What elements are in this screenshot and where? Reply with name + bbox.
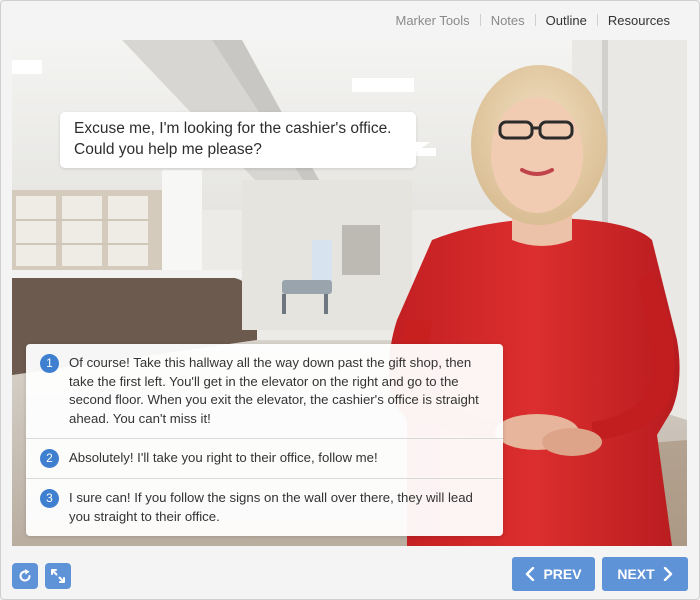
replay-button[interactable] bbox=[12, 563, 38, 589]
nav-resources[interactable]: Resources bbox=[598, 13, 680, 28]
speech-text: Excuse me, I'm looking for the cashier's… bbox=[74, 120, 392, 158]
next-button[interactable]: NEXT bbox=[602, 557, 688, 591]
option-text: Absolutely! I'll take you right to their… bbox=[69, 450, 378, 465]
option-number-badge: 3 bbox=[40, 489, 59, 508]
response-option-1[interactable]: 1 Of course! Take this hallway all the w… bbox=[26, 344, 503, 439]
option-text: I sure can! If you follow the signs on t… bbox=[69, 490, 473, 524]
response-option-2[interactable]: 2 Absolutely! I'll take you right to the… bbox=[26, 439, 503, 479]
character-speech-bubble: Excuse me, I'm looking for the cashier's… bbox=[60, 112, 430, 168]
response-options: 1 Of course! Take this hallway all the w… bbox=[26, 344, 503, 536]
slide-stage: Excuse me, I'm looking for the cashier's… bbox=[12, 40, 687, 546]
next-label: NEXT bbox=[617, 566, 655, 582]
fullscreen-button[interactable] bbox=[45, 563, 71, 589]
chevron-right-icon bbox=[663, 567, 672, 581]
prev-button[interactable]: PREV bbox=[512, 557, 595, 591]
nav-notes[interactable]: Notes bbox=[481, 13, 535, 28]
nav-outline[interactable]: Outline bbox=[536, 13, 597, 28]
fullscreen-icon bbox=[51, 569, 65, 583]
response-option-3[interactable]: 3 I sure can! If you follow the signs on… bbox=[26, 479, 503, 536]
prev-label: PREV bbox=[543, 566, 582, 582]
option-text: Of course! Take this hallway all the way… bbox=[69, 355, 479, 426]
option-number-badge: 2 bbox=[40, 449, 59, 468]
option-number-badge: 1 bbox=[40, 354, 59, 373]
chevron-left-icon bbox=[526, 567, 535, 581]
nav-marker-tools[interactable]: Marker Tools bbox=[386, 13, 480, 28]
speech-bubble-tail bbox=[416, 142, 430, 152]
replay-icon bbox=[19, 569, 31, 582]
top-navigation: Marker Tools Notes Outline Resources bbox=[386, 12, 681, 28]
